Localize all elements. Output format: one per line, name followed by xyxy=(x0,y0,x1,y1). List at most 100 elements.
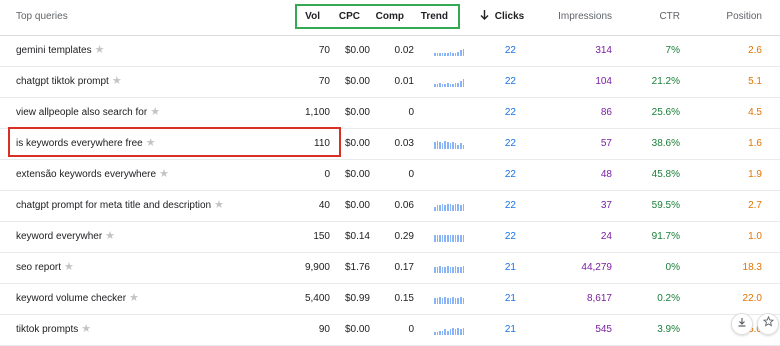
trend-bar xyxy=(434,267,436,273)
table-row[interactable]: chatgpt prompt for meta title and descri… xyxy=(0,190,780,222)
query-cell[interactable]: seo report ★ xyxy=(16,252,74,283)
position-value: 22.0 xyxy=(742,293,762,304)
star-icon[interactable]: ★ xyxy=(214,199,224,211)
star-icon[interactable]: ★ xyxy=(150,106,160,118)
trend-bar xyxy=(444,205,446,211)
impressions-value: 104 xyxy=(595,76,612,87)
table-row[interactable]: chatgpt tiktok prompt ★ 70 $0.00 0.01 22 104 21… xyxy=(0,66,780,98)
trend-bar xyxy=(462,144,465,149)
star-outline-icon xyxy=(762,315,774,327)
trend-sparkline xyxy=(434,314,465,345)
trend-bar xyxy=(449,267,452,273)
query-text[interactable]: gemini templates xyxy=(16,45,92,56)
trend-bar xyxy=(449,235,452,242)
trend-bar xyxy=(446,235,449,242)
header-impressions[interactable]: Impressions xyxy=(552,0,612,35)
table-row[interactable]: seo report ★ 9,900 $1.76 0.17 21 44,279 0% 18.3 xyxy=(0,252,780,284)
cpc-value: $0.99 xyxy=(344,293,370,304)
comp-value: 0 xyxy=(408,324,414,335)
query-cell[interactable]: keyword volume checker ★ xyxy=(16,283,139,314)
trend-bar xyxy=(449,143,452,149)
header-clicks-sort[interactable]: Clicks xyxy=(480,0,524,35)
trend-bar xyxy=(452,328,454,335)
table-row[interactable]: keyword everywher ★ 150 $0.14 0.29 22 24 91.7% 1… xyxy=(0,221,780,253)
position-value: 4.5 xyxy=(748,107,762,118)
trend-bar xyxy=(436,53,439,56)
query-cell[interactable]: extensão keywords everywhere ★ xyxy=(16,159,169,190)
trend-bar xyxy=(454,329,457,335)
star-icon[interactable]: ★ xyxy=(64,261,74,273)
trend-bar xyxy=(446,266,449,273)
cpc-value: $0.00 xyxy=(344,107,370,118)
trend-bar xyxy=(462,204,465,211)
query-cell[interactable]: chatgpt prompt for meta title and descri… xyxy=(16,190,224,221)
comp-value: 0 xyxy=(408,169,414,180)
trend-bar xyxy=(457,298,459,304)
table-row[interactable]: gemini templates ★ 70 $0.00 0.02 22 314 7% 2.6 xyxy=(0,35,780,67)
trend-bar xyxy=(462,78,465,87)
trend-bar xyxy=(462,49,465,56)
trend-bar xyxy=(449,84,452,87)
vol-value: 70 xyxy=(318,76,330,87)
vol-value: 90 xyxy=(318,324,330,335)
cpc-value: $0.00 xyxy=(344,324,370,335)
table-row[interactable]: view allpeople also search for ★ 1,100 $0.0… xyxy=(0,97,780,129)
query-cell[interactable]: keyword everywher ★ xyxy=(16,221,115,252)
clicks-value: 21 xyxy=(504,293,516,304)
trend-bar xyxy=(436,84,439,87)
trend-bar xyxy=(439,205,441,211)
impressions-value: 44,279 xyxy=(581,262,612,273)
table-row[interactable]: extensão keywords everywhere ★ 0 $0.00 0 22 48… xyxy=(0,159,780,191)
query-cell[interactable]: view allpeople also search for ★ xyxy=(16,97,160,128)
trend-bar xyxy=(446,53,449,56)
query-cell[interactable]: gemini templates ★ xyxy=(16,35,104,66)
star-icon[interactable]: ★ xyxy=(159,168,169,180)
download-button[interactable] xyxy=(731,313,753,335)
trend-bar xyxy=(452,84,454,87)
table-row[interactable]: keyword volume checker ★ 5,400 $0.99 0.15 21 8… xyxy=(0,283,780,315)
header-ctr[interactable]: CTR xyxy=(636,0,680,35)
header-clicks-label: Clicks xyxy=(494,11,525,22)
download-icon xyxy=(738,318,746,327)
query-text[interactable]: view allpeople also search for xyxy=(16,107,147,118)
trend-bar xyxy=(436,332,439,335)
vol-value: 150 xyxy=(313,231,330,242)
cpc-value: $1.76 xyxy=(344,262,370,273)
trend-bar xyxy=(462,298,465,304)
clicks-value: 22 xyxy=(504,76,516,87)
cpc-value: $0.00 xyxy=(344,169,370,180)
star-icon[interactable]: ★ xyxy=(129,292,139,304)
star-icon[interactable]: ★ xyxy=(105,230,115,242)
comp-value: 0.29 xyxy=(394,231,414,242)
query-text[interactable]: keyword everywher xyxy=(16,231,102,242)
star-icon[interactable]: ★ xyxy=(112,75,122,87)
query-text[interactable]: keyword volume checker xyxy=(16,293,126,304)
header-top-queries: Top queries xyxy=(16,11,68,22)
star-icon[interactable]: ★ xyxy=(81,323,91,335)
ctr-value: 59.5% xyxy=(651,200,680,211)
cpc-value: $0.14 xyxy=(344,231,370,242)
trend-bar xyxy=(439,266,441,273)
query-cell[interactable]: chatgpt tiktok prompt ★ xyxy=(16,66,122,97)
query-text[interactable]: chatgpt prompt for meta title and descri… xyxy=(16,200,211,211)
trend-bar xyxy=(457,235,459,242)
trend-bar xyxy=(436,298,439,304)
trend-bar xyxy=(436,235,439,242)
cpc-value: $0.00 xyxy=(344,45,370,56)
query-text[interactable]: chatgpt tiktok prompt xyxy=(16,76,109,87)
bookmark-button[interactable] xyxy=(757,313,779,335)
vol-value: 5,400 xyxy=(304,293,330,304)
query-cell[interactable]: tiktok prompts ★ xyxy=(16,314,91,345)
star-icon[interactable]: ★ xyxy=(95,44,105,56)
trend-bar xyxy=(434,53,436,56)
trend-bar xyxy=(449,204,452,211)
comp-value: 0.02 xyxy=(394,45,414,56)
query-text[interactable]: seo report xyxy=(16,262,61,273)
query-text[interactable]: tiktok prompts xyxy=(16,324,78,335)
trend-bar xyxy=(436,140,439,149)
header-position[interactable]: Position xyxy=(700,0,762,35)
trend-bar xyxy=(441,143,444,149)
table-row[interactable]: tiktok prompts ★ 90 $0.00 0 21 545 3.9% 6.0 xyxy=(0,314,780,346)
comp-value: 0.17 xyxy=(394,262,414,273)
query-text[interactable]: extensão keywords everywhere xyxy=(16,169,156,180)
